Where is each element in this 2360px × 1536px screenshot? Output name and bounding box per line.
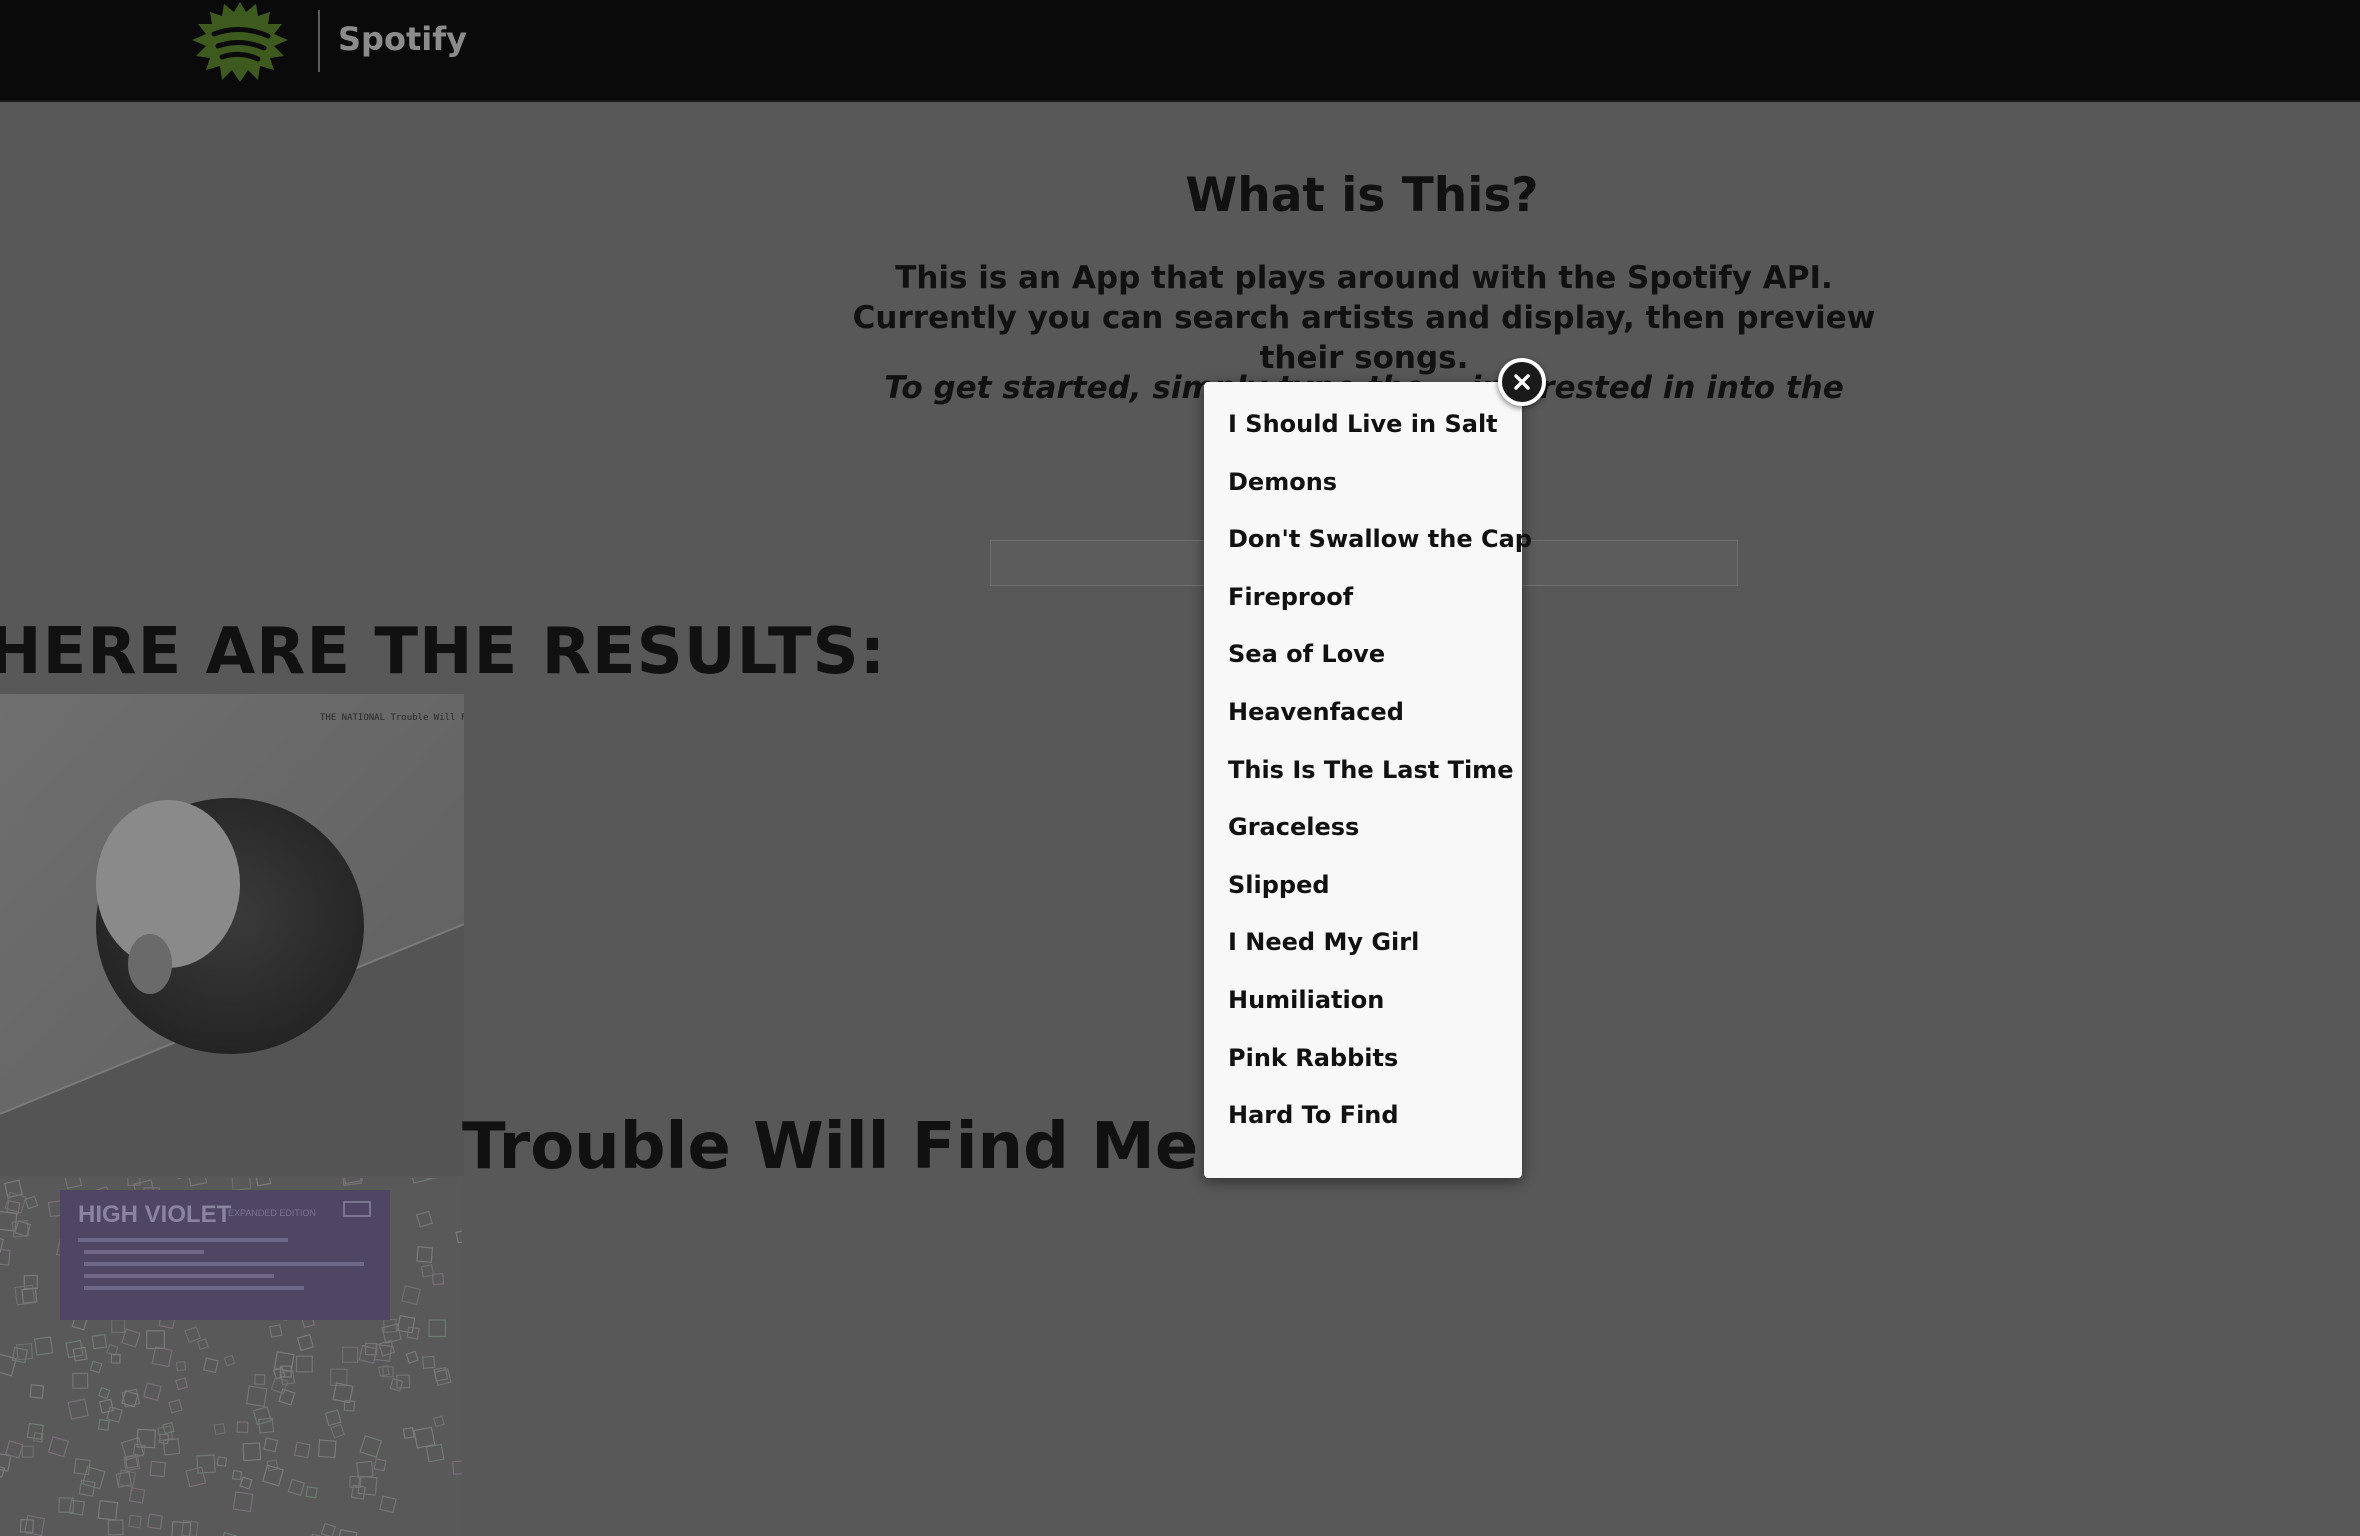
cover-subtitle-2: EXPANDED EDITION (228, 1208, 316, 1218)
track-item[interactable]: Heavenfaced (1228, 692, 1522, 750)
track-item[interactable]: Graceless (1228, 807, 1522, 865)
album-title[interactable]: Trouble Will Find Me (462, 1110, 1198, 1184)
close-icon (1514, 374, 1530, 390)
intro-title: What is This? (1185, 168, 1539, 223)
track-item[interactable]: Sea of Love (1228, 634, 1522, 692)
track-item[interactable]: Hard To Find (1228, 1095, 1522, 1153)
track-item[interactable]: Humiliation (1228, 980, 1522, 1038)
album-cover-trouble-will-find-me[interactable]: THE NATIONAL Trouble Will Find Me (0, 694, 464, 1176)
cover-title-2: HIGH VIOLET (78, 1201, 232, 1228)
track-item[interactable]: This Is The Last Time (1228, 750, 1522, 808)
cover-text-1: THE NATIONAL Trouble Will Find Me (320, 713, 464, 723)
track-item[interactable]: Fireproof (1228, 577, 1522, 635)
track-list-modal: I Should Live in Salt Demons Don't Swallow… (1204, 382, 1532, 1178)
top-navbar: Spotify (0, 0, 2360, 102)
track-item[interactable]: I Need My Girl (1228, 922, 1522, 980)
results-heading: HERE ARE THE RESULTS: (0, 615, 887, 689)
track-item[interactable]: I Should Live in Salt (1228, 404, 1522, 462)
track-item[interactable]: Demons (1228, 462, 1522, 520)
brand-name[interactable]: Spotify (338, 20, 467, 58)
track-item[interactable]: Don't Swallow the Cap (1228, 519, 1532, 577)
spotify-logo-icon[interactable] (188, 0, 292, 88)
track-list: I Should Live in Salt Demons Don't Swallow… (1204, 404, 1532, 1153)
intro-description: This is an App that plays around with th… (852, 260, 1876, 376)
track-item[interactable]: Slipped (1228, 865, 1522, 923)
track-item[interactable]: Pink Rabbits (1228, 1038, 1522, 1096)
album-cover-high-violet[interactable]: HIGH VIOLET EXPANDED EDITION (0, 1178, 462, 1536)
logo-divider (318, 10, 320, 72)
close-modal-button[interactable] (1498, 358, 1546, 406)
